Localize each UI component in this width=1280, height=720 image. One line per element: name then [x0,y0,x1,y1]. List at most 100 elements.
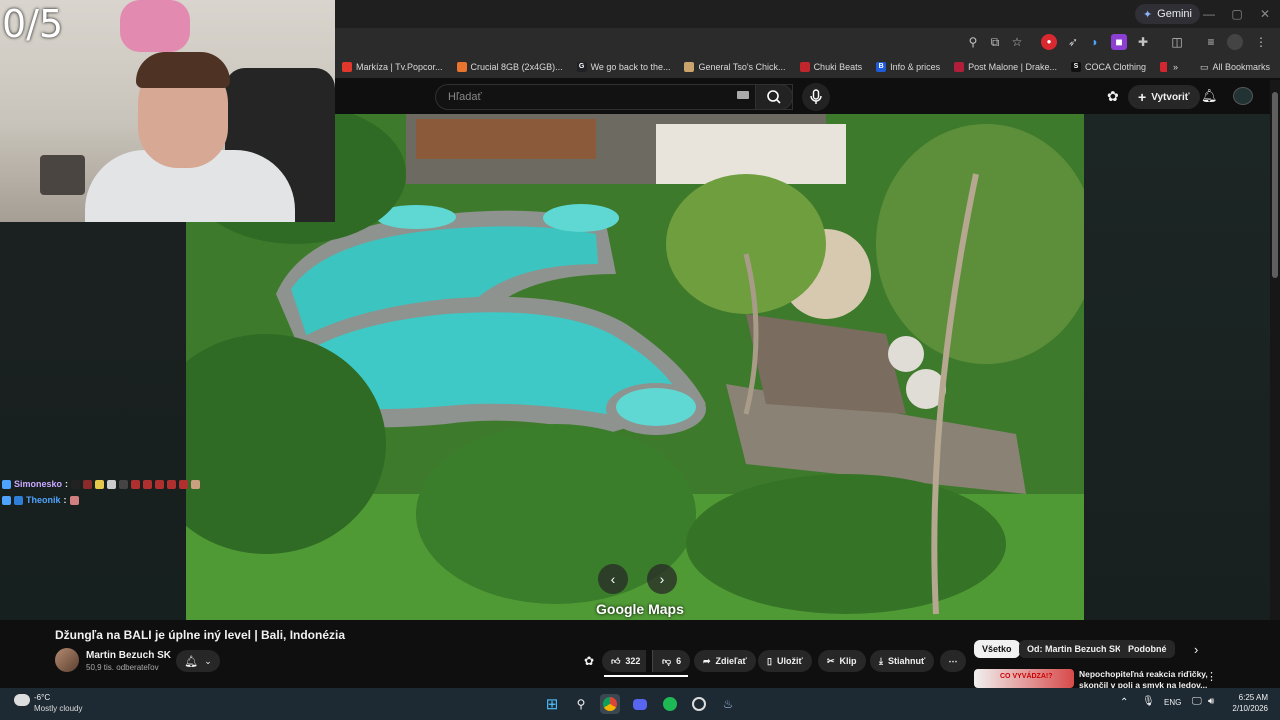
like-count: 322 [625,656,641,666]
create-label: Vytvoriť [1151,91,1190,103]
tray-network-icon[interactable]: 🖵︎ [1192,696,1202,707]
bookmark-item[interactable]: Markíza | Tv.Popcor... [335,62,450,72]
keyboard-icon[interactable] [737,91,749,99]
tray-microphone-icon[interactable]: 🎙︎ [1142,696,1155,707]
tray-volume-icon[interactable]: 🔊︎ [1208,696,1214,707]
discord-icon[interactable] [630,694,650,714]
bookmark-favicon-icon [342,62,352,72]
scissors-icon: ✂ [827,655,835,666]
left-background-panel [0,222,186,622]
chat-message: Theonik: [2,495,79,505]
emote-icon [179,479,189,489]
clock-date[interactable]: 2/10/2026 [1224,704,1268,713]
media-control-icon[interactable]: ≡ [1203,34,1219,50]
extension-flame-icon[interactable]: ✿ [584,654,594,668]
recommendation-title[interactable]: Nepochopiteľná reakcia riďičky, skončil … [1079,669,1209,688]
bookmark-icon: ▯ [767,655,772,666]
extension-flame-icon[interactable]: ✿ [1107,88,1119,105]
chip-all[interactable]: Všetko [974,640,1020,658]
spotify-icon[interactable] [660,694,680,714]
bookmark-star-icon[interactable]: ☆ [1009,34,1025,50]
steam-icon[interactable]: ♨ [718,694,738,714]
channel-avatar[interactable] [55,648,79,672]
minimize-icon[interactable]: — [1196,4,1222,24]
chip-from-channel[interactable]: Od: Martin Bezuch SK [1019,640,1130,658]
share-label: Zdieľať [715,656,747,666]
tray-chevron-up-icon[interactable]: ⌃ [1120,697,1128,708]
download-button[interactable]: ⤓ Stiahnuť [870,650,935,672]
channel-name[interactable]: Martin Bezuch SK [86,650,171,661]
subscription-bell-button[interactable]: 🔔︎ ⌄ [176,650,220,672]
account-avatar[interactable] [1233,87,1253,105]
gemini-button[interactable]: ✦ Gemini [1134,4,1200,24]
bookmark-item[interactable]: Chuki Beats [793,62,870,72]
browser-menu-icon[interactable]: ⋮ [1253,34,1269,50]
bookmark-item[interactable]: B Info & prices [869,62,947,72]
chat-message: Simonesko: [2,479,201,489]
like-button[interactable]: 👍︎ 322 [602,650,647,672]
dislike-count: 6 [676,656,682,666]
recommendation-menu-icon[interactable]: ⋮ [1206,670,1217,683]
bookmark-item[interactable]: Post Malone | Drake... [947,62,1064,72]
bookmark-favicon-icon [799,62,810,72]
obs-icon[interactable] [689,694,709,714]
dislike-button[interactable]: 👎︎ 6 [652,650,691,672]
extension-red-icon[interactable]: ● [1041,34,1057,50]
voice-search-button[interactable] [802,83,830,111]
previous-arrow-button[interactable]: ‹ [598,564,628,594]
install-app-icon[interactable]: ⧉ [987,34,1003,50]
extensions-puzzle-icon[interactable]: ✚ [1135,34,1151,50]
bookmark-item[interactable]: General Tso's Chick... [677,62,792,72]
clock-time[interactable]: 6:25 AM [1224,693,1268,702]
all-bookmarks-button[interactable]: » ▭ All Bookmarks [1166,56,1270,78]
profile-avatar-icon[interactable] [1227,34,1243,50]
maximize-icon[interactable]: ▢ [1224,4,1250,24]
zoom-icon[interactable]: ⚲ [965,34,981,50]
scrollbar-thumb[interactable] [1272,92,1278,278]
close-icon[interactable]: ✕ [1252,4,1278,24]
share-button[interactable]: ➦ Zdieľať [694,650,756,672]
extension-bird-icon[interactable]: ➶ [1065,34,1081,50]
more-actions-button[interactable]: ⋯ [940,650,966,672]
language-indicator[interactable]: ENG [1164,698,1181,707]
create-button[interactable]: + Vytvoriť [1128,85,1200,109]
sidepanel-icon[interactable]: ◫ [1169,34,1185,50]
save-label: Uložiť [776,656,803,666]
temperature[interactable]: -6°C [34,693,50,702]
video-info-section: Džungľa na BALI je úplne iný level | Bal… [0,620,1280,688]
all-bookmarks-label: All Bookmarks [1212,62,1270,72]
emote-icon [131,479,141,489]
emote-icon [71,479,81,489]
emote-icon [143,479,153,489]
recommendation-thumbnail[interactable]: CO VYVÁDZA!? [974,669,1074,688]
plush-toy [120,0,190,52]
chrome-icon[interactable] [600,694,620,714]
bookmark-label: We go back to the... [590,62,671,72]
chat-colon: : [63,495,67,505]
windows-taskbar: -6°C Mostly cloudy ⊞ ⚲ ♨ ⌃ 🎙︎ ENG 🖵︎ 🔊︎ … [0,688,1280,720]
notifications-bell-icon[interactable]: 🔔︎ [1201,88,1218,104]
extension-blue-icon[interactable]: ◗ [1087,34,1103,50]
bookmark-favicon-icon: B [876,62,887,72]
bookmark-item[interactable]: Crucial 8GB (2x4GB)... [450,62,570,72]
clip-button[interactable]: ✂ Klip [818,650,866,672]
search-button[interactable] [755,84,793,110]
address-bar-row: ⚲ ⧉ ☆ ● ➶ ◗ ■ ✚ ◫ ≡ ⋮ [335,28,1280,56]
shelf-items [40,155,85,195]
extension-purple-icon[interactable]: ■ [1111,34,1127,50]
bookmark-list: Markíza | Tv.Popcor... Crucial 8GB (2x4GB… [335,62,1220,72]
chips-next-chevron-icon[interactable]: › [1194,642,1198,657]
weather-condition[interactable]: Mostly cloudy [34,704,82,713]
thumbs-up-icon: 👍︎ [611,655,621,666]
next-arrow-button[interactable]: › [647,564,677,594]
taskbar-search-icon[interactable]: ⚲ [571,694,591,714]
windows-start-icon[interactable]: ⊞ [542,694,562,714]
webcam-overlay: 0/5 [0,0,335,222]
bookmark-item[interactable]: G We go back to the... [570,62,678,72]
chevron-right-icon[interactable]: » [1173,62,1178,72]
bookmark-item[interactable]: S COCA Clothing [1064,62,1153,72]
right-background-panel [1084,114,1270,620]
chip-related[interactable]: Podobné [1120,640,1175,658]
save-button[interactable]: ▯ Uložiť [758,650,812,672]
weather-cloud-icon[interactable] [14,694,30,706]
